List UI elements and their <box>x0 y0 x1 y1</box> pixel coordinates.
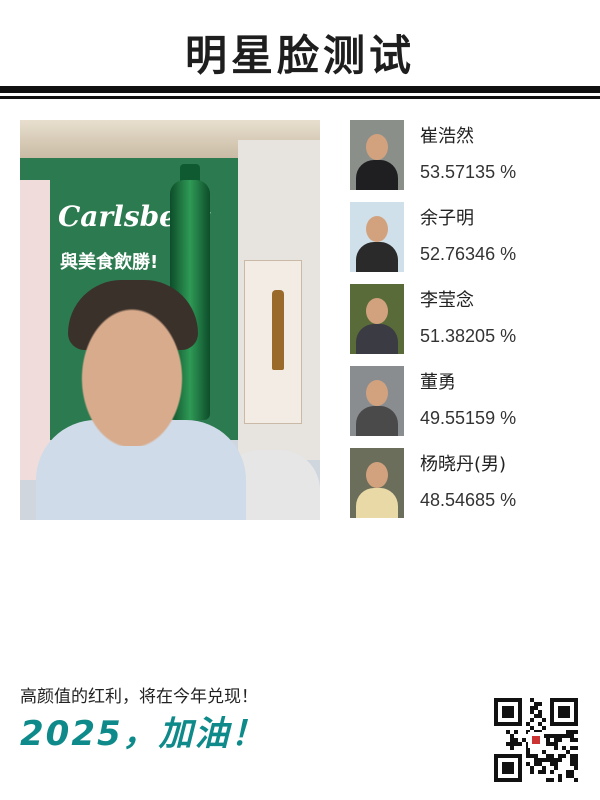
avatar-face <box>366 216 388 242</box>
celebrity-name: 董勇 <box>420 372 456 393</box>
photo-slogan-text: 與美食飲勝! <box>60 252 159 273</box>
photo-person-face <box>72 296 192 446</box>
caption-text: 高颜值的红利，将在今年兑现！ <box>20 687 258 707</box>
avatar-torso <box>356 160 398 190</box>
avatar-torso <box>356 324 398 354</box>
similarity-score: 49.55159 % <box>420 408 517 428</box>
match-item[interactable]: 崔浩然 53.57135 % <box>350 120 580 202</box>
avatar-face <box>366 298 388 324</box>
page-title: 明星脸测试 <box>184 31 415 80</box>
avatar-torso <box>356 242 398 272</box>
match-item[interactable]: 杨晓丹(男) 48.54685 % <box>350 448 580 530</box>
similarity-score: 52.76346 % <box>420 244 517 264</box>
photo-poster-bottle <box>272 290 284 370</box>
qr-code-graphic <box>494 698 578 782</box>
celebrity-name: 余子明 <box>420 208 474 229</box>
match-item[interactable]: 董勇 49.55159 % <box>350 366 580 448</box>
slogan-text: 2025，加油！ <box>20 714 267 754</box>
celebrity-avatar <box>350 448 404 518</box>
celebrity-avatar <box>350 284 404 354</box>
avatar-face <box>366 380 388 406</box>
celebrity-avatar <box>350 120 404 190</box>
match-item[interactable]: 李莹念 51.38205 % <box>350 284 580 366</box>
match-item[interactable]: 余子明 52.76346 % <box>350 202 580 284</box>
uploaded-face-photo: Carlsberg 與美食飲勝! <box>20 120 320 520</box>
title-divider-thick <box>0 86 600 93</box>
avatar-torso <box>356 406 398 436</box>
title-divider-thin <box>0 96 600 99</box>
celebrity-avatar <box>350 202 404 272</box>
avatar-face <box>366 462 388 488</box>
avatar-face <box>366 134 388 160</box>
qr-code[interactable] <box>494 698 578 782</box>
celebrity-name: 崔浩然 <box>420 126 474 147</box>
celebrity-match-list: 崔浩然 53.57135 % 余子明 52.76346 % 李莹念 51.382… <box>350 120 580 530</box>
celebrity-name: 杨晓丹(男) <box>420 454 507 475</box>
similarity-score: 51.38205 % <box>420 326 517 346</box>
similarity-score: 53.57135 % <box>420 162 517 182</box>
avatar-torso <box>356 488 398 518</box>
celebrity-avatar <box>350 366 404 436</box>
similarity-score: 48.54685 % <box>420 490 517 510</box>
photo-left-poster <box>20 180 50 480</box>
celebrity-name: 李莹念 <box>420 290 474 311</box>
